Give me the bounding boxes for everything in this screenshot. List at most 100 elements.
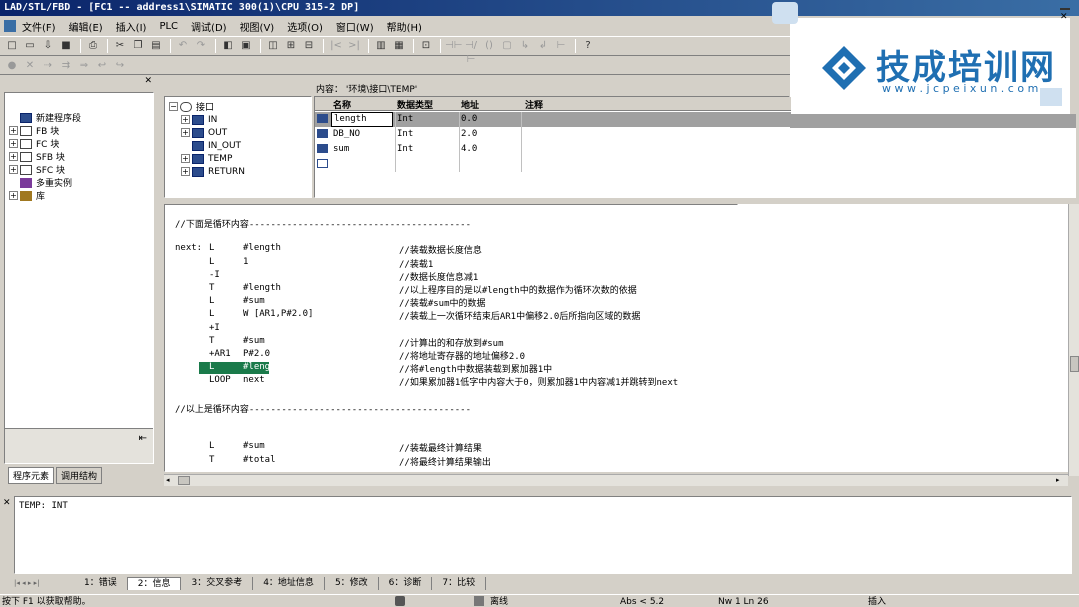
tab-compare[interactable]: 7：比较 [432,576,487,590]
menu-insert[interactable]: 插入(I) [116,19,147,34]
name-cell[interactable]: DB_NO [333,129,360,139]
cut-icon[interactable]: ✂ [112,39,128,53]
monitor-icon[interactable]: ◧ [220,39,236,53]
tab-cross-ref[interactable]: 3：交叉参考 [181,576,254,590]
help-icon[interactable]: ? [580,39,596,53]
paste-icon[interactable]: ▤ [148,39,164,53]
breakpoint-icon[interactable]: ● [4,59,20,73]
step-out-icon[interactable]: ↩ [94,59,110,73]
box-icon[interactable]: ▢ [499,39,515,53]
tree-new-network[interactable]: 新建程序段 [9,111,81,124]
tab-address-info[interactable]: 4：地址信息 [253,576,325,590]
toggle-icon[interactable]: |< [328,39,344,53]
tree-sfb-blocks[interactable]: + SFB 块 [9,150,81,163]
col-comment[interactable]: 注释 [525,98,543,111]
tab-scroll-arrows[interactable]: |◂ ◂ ▸ ▸| [14,577,74,590]
contact-no-icon[interactable]: ⊣⊢ [445,39,462,53]
copy-icon[interactable]: ❐ [130,39,146,53]
tree-sfc-blocks[interactable]: + SFC 块 [9,163,81,176]
menu-window[interactable]: 窗口(W) [336,19,374,34]
open-icon[interactable]: ▭ [22,39,38,53]
reference-icon[interactable]: ⊟ [301,39,317,53]
step-over-icon[interactable]: ⇉ [58,59,74,73]
tab-program-elements[interactable]: 程序元素 [8,466,55,484]
close-icon[interactable]: ✕ [1060,12,1079,22]
code-operand: #length [243,283,281,293]
menu-edit[interactable]: 编辑(E) [69,19,103,34]
undo-icon[interactable]: ↶ [175,39,191,53]
tree-return[interactable]: + RETURN [169,165,245,178]
tree-out[interactable]: + OUT [169,126,245,139]
table-row[interactable]: sum Int 4.0 [315,142,791,157]
tree-fc-blocks[interactable]: + FC 块 [9,137,81,150]
type-cell[interactable]: Int [397,129,413,139]
pin-icon[interactable]: ⇤ [139,433,147,444]
panel-close-icon[interactable]: ✕ [144,76,152,86]
toggle2-icon[interactable]: >| [346,39,362,53]
offline-icon[interactable]: ◫ [265,39,281,53]
tree-library[interactable]: + 库 [9,189,81,202]
continue-icon[interactable]: ↪ [112,59,128,73]
vertical-scrollbar[interactable] [1068,204,1079,476]
tree-fb-blocks[interactable]: + FB 块 [9,124,81,137]
table-row[interactable]: length Int 0.0 [315,112,791,127]
scroll-right-icon[interactable]: ▸ [1056,476,1066,485]
run-icon[interactable]: ⇒ [76,59,92,73]
window-controls: ✕ [1050,0,1079,36]
name-cell[interactable]: sum [333,144,349,154]
compile-icon[interactable]: ⊞ [283,39,299,53]
clear-breakpoint-icon[interactable]: ✕ [22,59,38,73]
code-comment: //将#length中数据装载到累加器1中 [399,365,553,376]
download-icon[interactable]: ⇩ [40,39,56,53]
horizontal-scrollbar[interactable]: ◂ ▸ [164,474,1068,486]
tab-info[interactable]: 2：信息 [127,576,182,590]
minimize-icon[interactable] [1060,4,1070,10]
type-cell[interactable]: Int [397,144,413,154]
step-icon[interactable]: ⇢ [40,59,56,73]
watermark-logo: 技成培训网 w w w . j c p e i x u n . c o m [790,18,1070,114]
col-name[interactable]: 名称 [333,98,351,111]
coil-icon[interactable]: () [481,39,497,53]
save-icon[interactable]: ■ [58,39,74,53]
menu-options[interactable]: 选项(O) [287,19,323,34]
branch-open-icon[interactable]: ↳ [517,39,533,53]
redo-icon[interactable]: ↷ [193,39,209,53]
stl-code-editor[interactable]: //下面是循环内容-------------------------------… [164,204,738,472]
overview-icon[interactable]: ▥ [373,39,389,53]
hscroll-thumb[interactable] [178,476,190,485]
col-address[interactable]: 地址 [461,98,479,111]
tree-interface-root[interactable]: − 接口 [169,100,245,113]
menu-debug[interactable]: 调试(D) [191,19,227,34]
tab-errors[interactable]: 1：错误 [74,576,128,590]
output-close-icon[interactable]: ✕ [3,498,11,508]
network-icon[interactable]: ⊡ [418,39,434,53]
tab-call-structure[interactable]: 调用结构 [56,466,103,484]
scroll-left-icon[interactable]: ◂ [166,476,176,485]
col-type[interactable]: 数据类型 [397,98,433,111]
fc-icon [20,138,32,149]
tree-in-out[interactable]: IN_OUT [169,139,245,152]
tab-diagnostics[interactable]: 6：诊断 [379,576,433,590]
tree-in[interactable]: + IN [169,113,245,126]
app-icon[interactable] [4,20,16,32]
menu-help[interactable]: 帮助(H) [387,19,422,34]
type-cell[interactable]: Int [397,114,413,124]
tree-multi-instance[interactable]: 多重实例 [9,176,81,189]
menu-plc[interactable]: PLC [159,21,178,32]
online-icon[interactable]: ▣ [238,39,254,53]
connection-icon[interactable]: ⊢ [553,39,569,53]
table-row-empty[interactable] [315,157,791,172]
contact-nc-icon[interactable]: ⊣/⊢ [463,39,479,65]
scroll-thumb[interactable] [1070,356,1079,372]
branch-close-icon[interactable]: ↲ [535,39,551,53]
name-cell-editing[interactable]: length [331,112,393,127]
menu-view[interactable]: 视图(V) [240,19,275,34]
menu-file[interactable]: 文件(F) [22,19,56,34]
details-icon[interactable]: ▦ [391,39,407,53]
tree-temp[interactable]: + TEMP [169,152,245,165]
new-icon[interactable]: □ [4,39,20,53]
table-row[interactable]: DB_NO Int 2.0 [315,127,791,142]
print-icon[interactable]: ⎙ [85,39,101,53]
tab-modify[interactable]: 5：修改 [325,576,379,590]
code-operator: L [209,243,215,254]
